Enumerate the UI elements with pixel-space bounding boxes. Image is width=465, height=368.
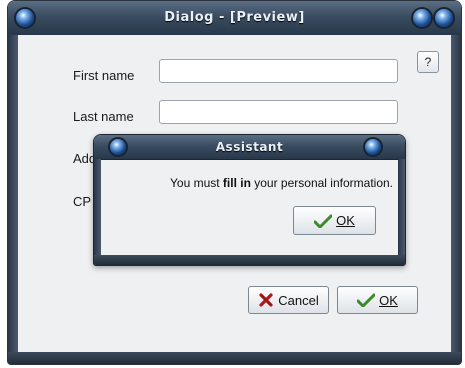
cancel-button-label: Cancel — [278, 292, 319, 308]
frame-left — [8, 35, 18, 364]
assistant-frame-right — [398, 159, 405, 265]
frame-bottom — [8, 352, 461, 364]
cp-label: CP — [73, 194, 92, 209]
close-orb-icon[interactable] — [435, 9, 453, 27]
message-bold: fill in — [222, 176, 251, 190]
first-name-label: First name — [73, 68, 135, 83]
help-button[interactable]: ? — [417, 51, 439, 73]
assistant-close-orb-icon[interactable] — [365, 139, 381, 155]
assistant-title: Assistant — [215, 140, 284, 154]
check-icon — [357, 293, 376, 307]
assistant-dialog: Assistant You must fill in your personal… — [93, 134, 406, 266]
message-suffix: your personal information. — [250, 176, 393, 190]
frame-right — [451, 35, 461, 364]
assistant-message: You must fill in your personal informati… — [114, 176, 393, 190]
cancel-button[interactable]: Cancel — [248, 286, 329, 314]
assistant-check-icon — [314, 214, 333, 228]
window-title: Dialog - [Preview] — [164, 10, 305, 25]
assistant-ok-label: OK — [336, 213, 355, 228]
assistant-frame-left — [94, 159, 101, 265]
assistant-frame-bottom — [94, 255, 405, 265]
ok-button[interactable]: OK — [337, 286, 418, 314]
first-name-input[interactable] — [159, 59, 398, 83]
assistant-titlebar[interactable]: Assistant — [94, 135, 405, 160]
minimize-orb-icon[interactable] — [413, 9, 431, 27]
message-prefix: You must — [170, 176, 223, 190]
last-name-input[interactable] — [159, 100, 398, 124]
last-name-label: Last name — [73, 109, 134, 124]
assistant-ok-button[interactable]: OK — [293, 206, 376, 235]
cancel-x-icon — [259, 293, 273, 307]
ok-button-label: OK — [379, 292, 398, 308]
main-titlebar[interactable]: Dialog - [Preview] — [8, 1, 461, 36]
